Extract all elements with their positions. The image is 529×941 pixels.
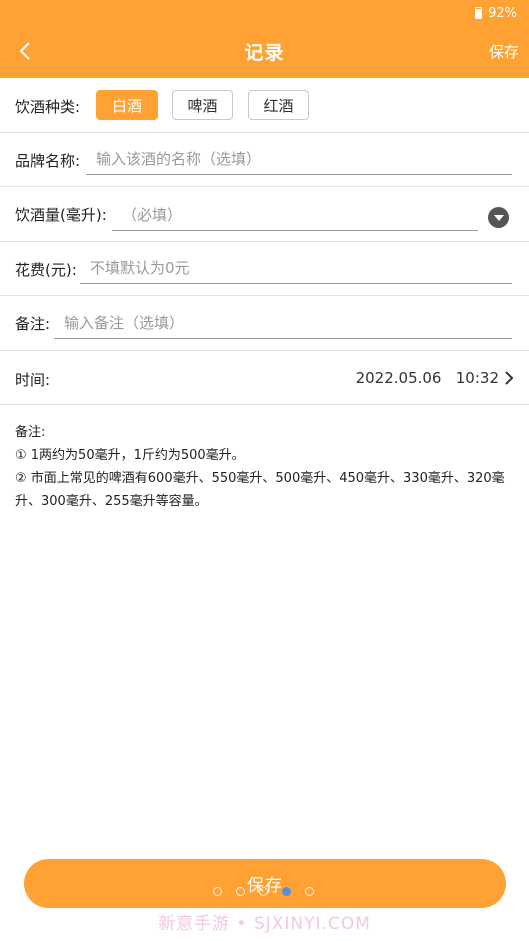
remark-row: 备注: 输入备注（选填） [0,296,529,351]
brand-row: 品牌名称: 输入该酒的名称（选填） [0,133,529,187]
cost-label: 花费(元): [15,261,77,279]
time-label: 时间: [15,371,51,389]
save-button[interactable]: 保存 [24,859,506,908]
time-row[interactable]: 时间: 2022.05.06 10:32 [0,351,529,405]
page-dot [213,887,222,896]
amount-input[interactable]: （必填） [112,199,478,231]
brand-input[interactable]: 输入该酒的名称（选填） [86,143,512,175]
header-save-button[interactable]: 保存 [489,41,519,62]
drink-type-label: 饮酒种类: [15,98,81,116]
notes-section: 备注: ① 1两约为50毫升，1斤约为500毫升。 ② 市面上常见的啤酒有600… [15,421,515,513]
battery-icon [475,7,483,19]
remark-label: 备注: [15,315,51,333]
page-dot-active [282,887,291,896]
cost-input[interactable]: 不填默认为0元 [80,252,512,284]
drink-type-row: 饮酒种类: 白酒 啤酒 红酒 [0,78,529,133]
amount-dropdown-button[interactable] [488,207,509,228]
type-option-wine[interactable]: 红酒 [248,90,309,120]
amount-label: 饮酒量(毫升): [15,206,107,224]
battery-level: 92% [488,5,517,21]
page-dot [305,887,314,896]
remark-input[interactable]: 输入备注（选填） [54,307,512,339]
page-title: 记录 [244,42,285,64]
type-option-beer[interactable]: 啤酒 [172,90,233,120]
notes-title: 备注: [15,425,46,440]
caret-down-icon [493,214,504,221]
time-value: 2022.05.06 10:32 [355,369,499,387]
chevron-right-icon [505,371,514,385]
app-header: 92% 记录 保存 [0,0,529,78]
watermark: 新意手游 • SJXINYI.COM [158,914,371,934]
notes-line-1: ① 1两约为50毫升，1斤约为500毫升。 [15,448,245,463]
amount-row: 饮酒量(毫升): （必填） [0,187,529,242]
type-option-baijiu[interactable]: 白酒 [96,90,158,120]
status-bar: 92% [475,4,517,22]
page-dot [236,887,245,896]
brand-label: 品牌名称: [15,152,81,170]
notes-line-2: ② 市面上常见的啤酒有600毫升、550毫升、500毫升、450毫升、330毫升… [15,471,505,509]
page-dot [259,887,268,896]
page-indicator [213,887,314,896]
cost-row: 花费(元): 不填默认为0元 [0,242,529,296]
